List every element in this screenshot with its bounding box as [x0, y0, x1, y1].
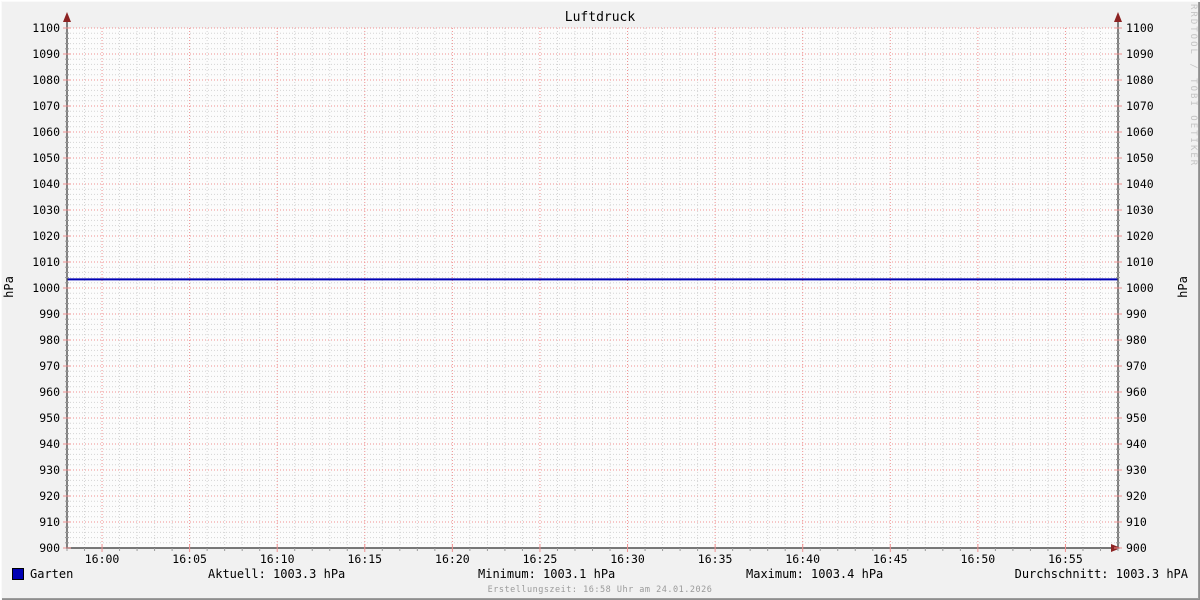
y-tick-label-right: 1010 — [1126, 255, 1154, 269]
y-tick-label-left: 1000 — [32, 281, 60, 295]
x-tick-label: 16:25 — [522, 552, 558, 566]
y-tick-label-left: 1060 — [32, 125, 60, 139]
y-tick-label-right: 920 — [1126, 489, 1147, 503]
x-tick-label: 16:00 — [84, 552, 120, 566]
y-tick-label-right: 1020 — [1126, 229, 1154, 243]
y-tick-label-left: 940 — [39, 437, 60, 451]
y-tick-label-right: 990 — [1126, 307, 1147, 321]
stat-aktuell: Aktuell: 1003.3 hPa — [208, 567, 346, 581]
x-tick-label: 16:35 — [697, 552, 733, 566]
rrdtool-pressure-graph: Luftdruck hPa hPa RRDTOOL / TOBI OETIKER… — [0, 0, 1200, 600]
stat-minimum: Minimum: 1003.1 hPa — [478, 567, 616, 581]
y-tick-label-right: 1050 — [1126, 151, 1154, 165]
y-tick-label-left: 910 — [39, 515, 60, 529]
x-tick-label: 16:30 — [610, 552, 645, 566]
y-tick-label-left: 950 — [39, 411, 60, 425]
plot-area — [63, 12, 1122, 552]
y-tick-label-left: 1100 — [32, 21, 60, 35]
y-tick-label-left: 1030 — [32, 203, 60, 217]
y-tick-label-right: 910 — [1126, 515, 1147, 529]
y-tick-label-right: 1030 — [1126, 203, 1154, 217]
y-tick-label-left: 900 — [39, 541, 60, 555]
y-tick-label-right: 1100 — [1126, 21, 1154, 35]
y-tick-label-left: 920 — [39, 489, 60, 503]
y-tick-label-left: 1040 — [32, 177, 60, 191]
y-axis-unit-right: hPa — [1175, 276, 1190, 298]
y-tick-label-right: 930 — [1126, 463, 1147, 477]
x-tick-label: 16:45 — [872, 552, 908, 566]
rrdtool-watermark: RRDTOOL / TOBI OETIKER — [1188, 4, 1198, 168]
y-tick-label-left: 1050 — [32, 151, 60, 165]
x-tick-label: 16:20 — [435, 552, 470, 566]
y-tick-label-right: 980 — [1126, 333, 1147, 347]
legend-row: Garten Aktuell: 1003.3 hPa Minimum: 1003… — [0, 566, 1200, 582]
y-tick-label-right: 1090 — [1126, 47, 1154, 61]
y-tick-label-left: 1020 — [32, 229, 60, 243]
x-tick-label: 16:50 — [960, 552, 996, 566]
y-tick-label-left: 1010 — [32, 255, 60, 269]
y-tick-label-left: 980 — [39, 333, 60, 347]
x-tick-label: 16:55 — [1048, 552, 1083, 566]
y-tick-label-right: 970 — [1126, 359, 1147, 373]
x-tick-label: 16:15 — [347, 552, 383, 566]
y-tick-label-right: 940 — [1126, 437, 1147, 451]
y-tick-label-left: 1090 — [32, 47, 60, 61]
y-tick-label-right: 1080 — [1126, 73, 1154, 87]
stat-durchschnitt: Durchschnitt: 1003.3 hPA — [1014, 567, 1188, 581]
y-tick-label-right: 1000 — [1126, 281, 1154, 295]
y-tick-label-left: 1070 — [32, 99, 60, 113]
y-tick-label-left: 970 — [39, 359, 60, 373]
y-tick-label-right: 900 — [1126, 541, 1147, 555]
y-tick-label-left: 930 — [39, 463, 60, 477]
y-tick-label-right: 1060 — [1126, 125, 1154, 139]
y-tick-label-right: 960 — [1126, 385, 1147, 399]
y-tick-label-left: 990 — [39, 307, 60, 321]
legend-swatch-garten — [12, 568, 24, 580]
x-tick-label: 16:40 — [785, 552, 820, 566]
legend-series-name: Garten — [30, 567, 74, 581]
y-tick-label-right: 1040 — [1126, 177, 1154, 191]
y-tick-label-right: 1070 — [1126, 99, 1154, 113]
x-tick-label: 16:05 — [172, 552, 207, 566]
creation-time: Erstellungszeit: 16:58 Uhr am 24.01.2026 — [487, 585, 713, 595]
stat-maximum: Maximum: 1003.4 hPa — [746, 567, 884, 581]
y-tick-label-left: 1080 — [32, 73, 60, 87]
x-tick-label: 16:10 — [259, 552, 295, 566]
y-tick-label-right: 950 — [1126, 411, 1147, 425]
y-tick-label-left: 960 — [39, 385, 60, 399]
